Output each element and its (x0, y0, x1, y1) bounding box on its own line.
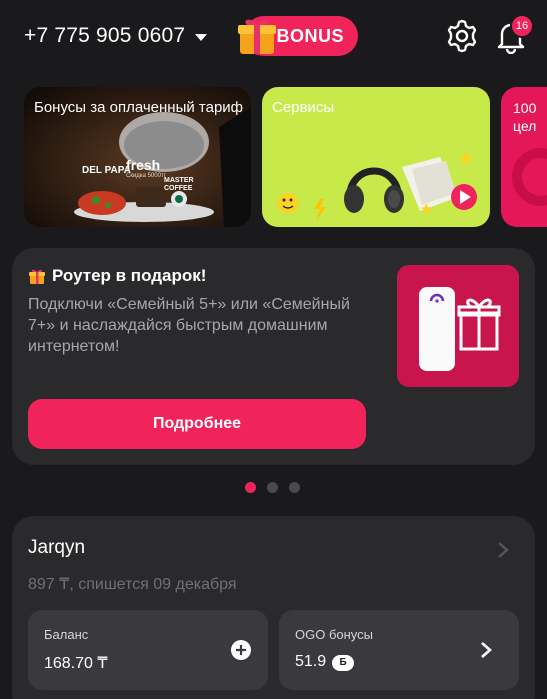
offer-card-services[interactable]: Сервисы (262, 87, 490, 227)
gift-icon (29, 269, 45, 284)
ogo-bonus-value: 51.9 (295, 653, 327, 670)
gear-icon[interactable] (444, 18, 480, 54)
balance-tile[interactable]: Баланс 168.70 ₸ (28, 610, 268, 690)
offer-card-title: Бонусы за оплаченный тариф (34, 99, 244, 116)
chevron-down-icon (195, 33, 208, 41)
router-gift-image (397, 265, 519, 387)
offer-card-title: Сервисы (272, 99, 335, 116)
tariff-name: Jarqyn (28, 537, 86, 558)
brand-mastercoffee: MASTER COFFEE (164, 177, 194, 192)
promo-title: Роутер в подарок! (52, 266, 207, 285)
chevron-right-icon[interactable] (479, 640, 493, 660)
router-illustration (419, 287, 501, 371)
ogo-bonus-value-row: 51.9 Б (295, 653, 355, 671)
chevron-right-icon[interactable] (496, 541, 510, 559)
offers-carousel: Бонусы за оплаченный тариф DEL PAPA fres… (24, 87, 547, 227)
carousel-pagination (245, 482, 300, 493)
pagination-dot-2[interactable] (267, 482, 278, 493)
balance-value: 168.70 ₸ (44, 655, 108, 672)
notification-badge: 16 (510, 14, 534, 38)
promo-card: Роутер в подарок! Подключи «Семейный 5+»… (12, 248, 535, 465)
phone-number: +7 775 905 0607 (24, 24, 186, 47)
brand-fresh: fresh (126, 157, 161, 173)
offer-card-bonuses[interactable]: Бонусы за оплаченный тариф DEL PAPA fres… (24, 87, 251, 227)
gift-icon (238, 19, 276, 54)
tariff-charge-info: 897 ₸, спишется 09 декабря (28, 576, 237, 593)
details-button[interactable]: Подробнее (28, 399, 366, 449)
promo-description: Подключи «Семейный 5+» или «Семейный 7+»… (28, 296, 350, 355)
offer-card-partial[interactable]: 100 цел (501, 87, 547, 227)
promo-heading: Роутер в подарок! (28, 266, 206, 286)
top-bar: +7 775 905 0607 BONUS 16 (0, 0, 547, 76)
bonus-currency-badge: Б (332, 654, 355, 671)
pagination-dot-1[interactable] (245, 482, 256, 493)
tariff-card[interactable]: Jarqyn 897 ₸, спишется 09 декабря Баланс… (12, 516, 535, 699)
balance-label: Баланс (44, 627, 89, 642)
ogo-bonus-label: OGO бонусы (295, 627, 373, 642)
top-up-button[interactable] (231, 640, 251, 660)
phone-selector[interactable]: +7 775 905 0607 (24, 24, 208, 48)
notification-count: 16 (515, 20, 529, 32)
offer-card-title: 100 цел (513, 100, 537, 134)
pagination-dot-3[interactable] (289, 482, 300, 493)
plus-icon (236, 645, 246, 655)
ogo-bonus-tile[interactable]: OGO бонусы 51.9 Б (279, 610, 519, 690)
discount-note: Скидка 5000тг (126, 173, 166, 179)
bonus-label: BONUS (276, 25, 344, 46)
brand-delpapa: DEL PAPA (82, 165, 131, 176)
